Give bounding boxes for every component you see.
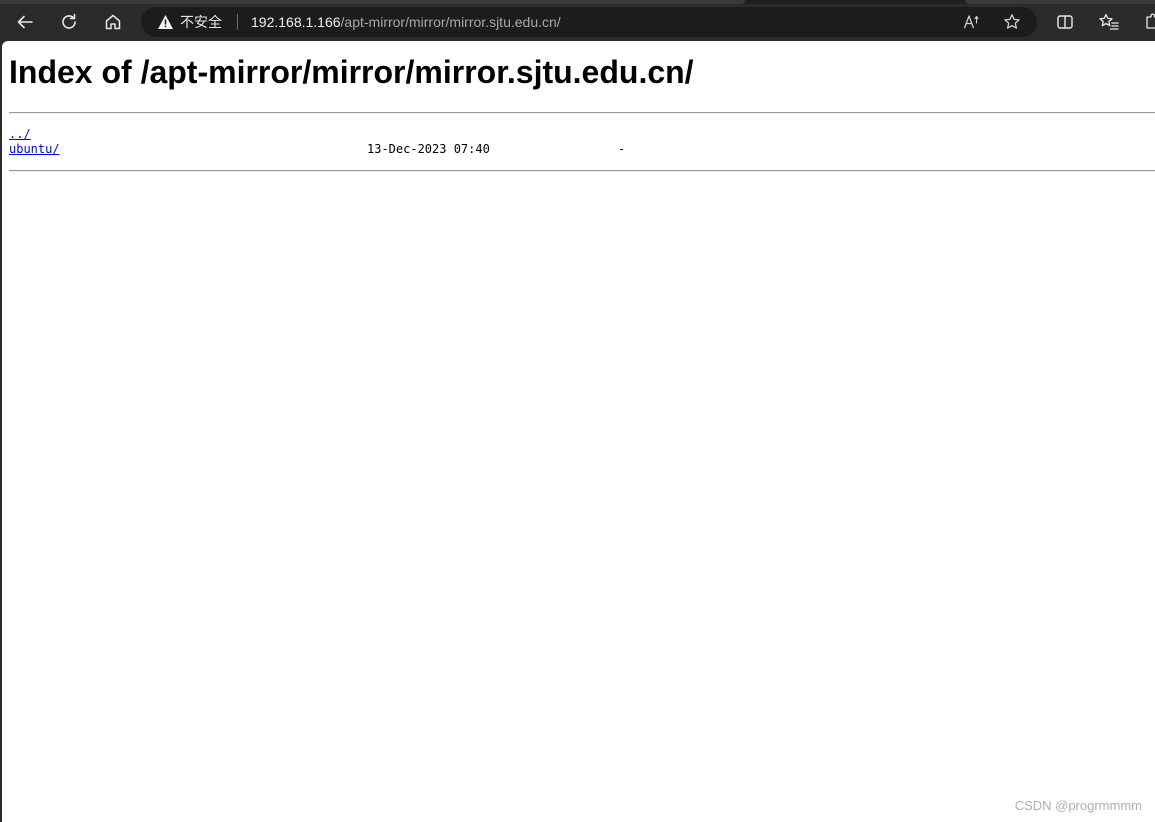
url-path: /apt-mirror/mirror/mirror.sjtu.edu.cn/ (340, 14, 561, 30)
extensions-icon (1146, 13, 1155, 29)
browser-toolbar: 不安全 192.168.1.166/apt-mirror/mirror/mirr… (0, 4, 1155, 40)
address-separator (237, 14, 238, 30)
directory-listing: ../ ubuntu/ 13-Dec-2023 07:40 - (9, 127, 625, 187)
list-item: ../ (9, 127, 31, 142)
top-divider (9, 112, 1155, 114)
read-aloud-button[interactable] (962, 12, 982, 32)
page-title: Index of /apt-mirror/mirror/mirror.sjtu.… (9, 54, 694, 90)
entry-link-ubuntu[interactable]: ubuntu/ (9, 142, 60, 156)
list-item: ubuntu/ 13-Dec-2023 07:40 - (9, 142, 625, 157)
warning-icon (158, 15, 173, 29)
back-button[interactable] (9, 6, 41, 38)
security-label: 不安全 (180, 15, 222, 31)
watermark: CSDN @progrmmmm (1014, 798, 1142, 813)
back-arrow-icon (17, 15, 33, 29)
bottom-divider (9, 170, 1155, 172)
home-icon (105, 14, 121, 30)
reload-icon (62, 13, 76, 29)
extensions-button[interactable] (1137, 6, 1155, 38)
favorites-list-icon (1099, 13, 1119, 30)
url-host: 192.168.1.166 (251, 14, 341, 30)
site-info-button[interactable]: 不安全 (157, 13, 222, 31)
address-bar[interactable]: 不安全 192.168.1.166/apt-mirror/mirror/mirr… (141, 7, 1037, 37)
page-viewport: Index of /apt-mirror/mirror/mirror.sjtu.… (2, 41, 1155, 822)
home-button[interactable] (97, 6, 129, 38)
entry-date: 13-Dec-2023 07:40 (367, 142, 490, 156)
entry-size: - (618, 142, 626, 156)
reload-button[interactable] (53, 6, 85, 38)
star-icon (1004, 14, 1020, 29)
split-screen-button[interactable] (1049, 6, 1081, 38)
read-aloud-icon (963, 15, 979, 29)
favorite-button[interactable] (1002, 12, 1022, 32)
split-screen-icon (1057, 15, 1073, 29)
parent-directory-link[interactable]: ../ (9, 127, 31, 141)
favorites-list-button[interactable] (1093, 6, 1125, 38)
url-text[interactable]: 192.168.1.166/apt-mirror/mirror/mirror.s… (251, 14, 561, 30)
